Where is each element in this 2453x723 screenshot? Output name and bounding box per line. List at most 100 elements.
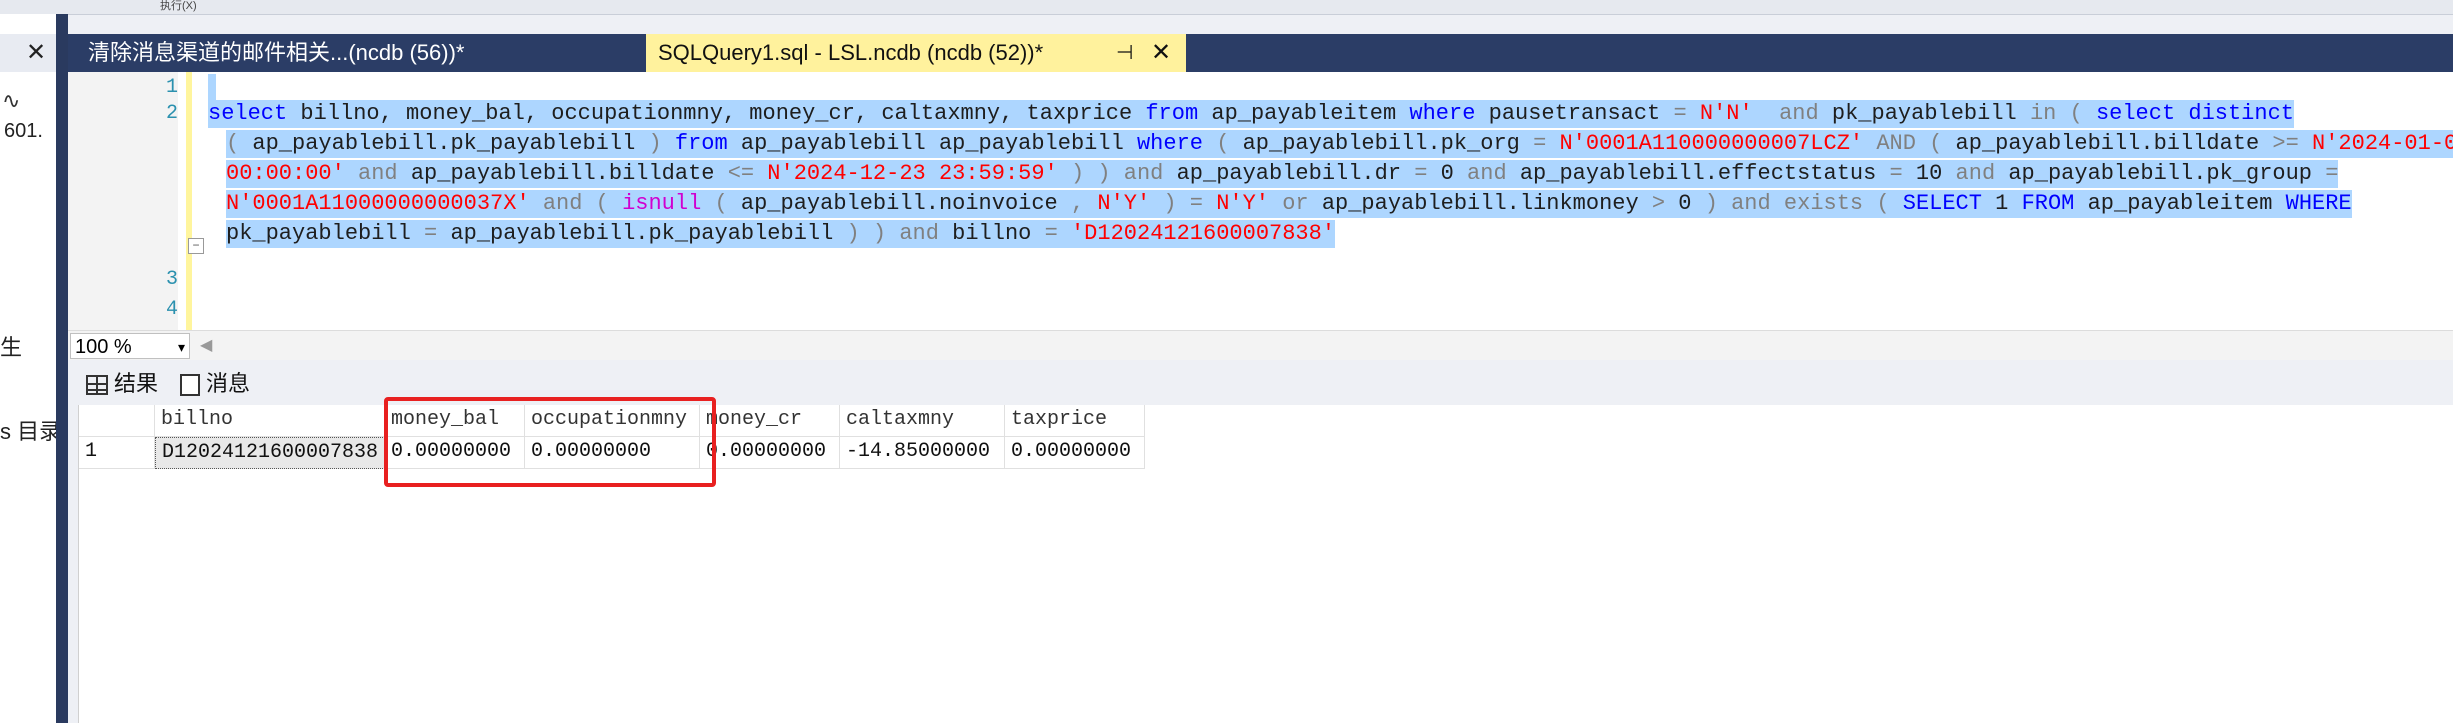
- table-cell[interactable]: D12024121600007838: [155, 437, 385, 469]
- code-token: and: [1467, 161, 1507, 186]
- code-token: ap_payablebill.noinvoice: [740, 191, 1071, 216]
- code-token: ap_payablebill.pk_payablebill: [252, 131, 649, 156]
- code-token: select distinct: [2095, 101, 2294, 126]
- row-header-corner: [79, 405, 155, 437]
- code-token: and: [1955, 161, 1996, 186]
- tab-results[interactable]: 结果: [86, 366, 158, 398]
- code-token: in: [2029, 101, 2057, 126]
- code-token: =: [1044, 221, 1058, 246]
- code-line-2: select billno, money_bal, occupationmny,…: [208, 100, 2294, 128]
- code-token: ap_payablebill.pk_org: [1242, 131, 1534, 156]
- line-number: 3: [165, 268, 178, 291]
- left-splitter[interactable]: [56, 14, 68, 723]
- code-token: pk_payablebill: [1818, 101, 2030, 126]
- tab-messages-label: 消息: [206, 371, 251, 396]
- code-token: >=: [2272, 131, 2299, 156]
- code-token: =: [1673, 101, 1687, 126]
- code-token: ,: [1070, 191, 1085, 216]
- code-token: pk_payablebill: [226, 221, 425, 246]
- column-header[interactable]: money_cr: [700, 405, 840, 437]
- code-token: (: [701, 191, 741, 216]
- execute-button[interactable]: 执行(X): [160, 0, 197, 12]
- line-number: 2: [165, 102, 178, 125]
- grid-icon: [86, 375, 108, 396]
- code-token: AND: [1876, 131, 1916, 156]
- code-token: and: [529, 191, 583, 216]
- code-token: from: [1145, 101, 1199, 126]
- code-token: billno: [938, 221, 1045, 246]
- code-token: N'2024-01-01: [2312, 131, 2453, 156]
- table-cell[interactable]: 0.00000000: [1005, 437, 1145, 469]
- code-token: N'Y': [1084, 191, 1151, 216]
- close-icon[interactable]: ✕: [1151, 34, 1171, 72]
- code-token: from: [674, 131, 728, 156]
- collapse-icon[interactable]: −: [188, 238, 204, 254]
- code-token: SELECT: [1902, 191, 1982, 216]
- toolbar: 执行(X): [0, 0, 2453, 15]
- zoom-value: 100 %: [75, 336, 132, 358]
- code-line-2-wrap-4: pk_payablebill = ap_payablebill.pk_payab…: [226, 220, 1336, 248]
- left-panel-text-2: 生: [0, 335, 23, 360]
- code-line-2-wrap-1: ( ap_payablebill.pk_payablebill ) from a…: [226, 130, 2453, 158]
- code-token: and: [1752, 101, 1819, 126]
- code-token: =: [2325, 161, 2339, 186]
- code-token: billno, money_bal, occupationmny, money_…: [287, 101, 1146, 126]
- code-token: >: [1651, 191, 1666, 216]
- column-header[interactable]: billno: [155, 405, 385, 437]
- code-token: <=: [727, 161, 755, 186]
- code-token: N'Y': [1203, 191, 1270, 216]
- code-token: =: [1889, 161, 1903, 186]
- code-token: =: [424, 221, 438, 246]
- code-token: ap_payableitem: [1198, 101, 1410, 126]
- code-token: (: [582, 191, 623, 216]
- code-token: exists: [1770, 191, 1864, 216]
- tab-results-label: 结果: [114, 371, 159, 396]
- table-cell[interactable]: 0.00000000: [700, 437, 840, 469]
- code-token: pausetransact: [1475, 101, 1674, 126]
- line-number-gutter: 1 2 3 4: [68, 72, 178, 330]
- code-token: ap_payableitem: [2074, 191, 2286, 216]
- tab-messages[interactable]: 消息: [180, 366, 250, 398]
- activity-icon: ∿: [2, 88, 21, 113]
- message-icon: [180, 374, 200, 397]
- code-token: ) ): [1057, 161, 1124, 186]
- row-number[interactable]: 1: [79, 437, 155, 469]
- code-token: N'0001A110000000007LCZ': [1546, 131, 1877, 156]
- zoom-select[interactable]: 100 % ▾: [70, 333, 190, 359]
- code-token: where: [1136, 131, 1203, 156]
- code-token: ap_payablebill.billdate: [397, 161, 728, 186]
- code-token: (: [1863, 191, 1903, 216]
- code-token: ): [1704, 191, 1732, 216]
- line-number: 4: [165, 298, 178, 321]
- tab-cleanup-query[interactable]: 清除消息渠道的邮件相关...(ncdb (56))*: [76, 34, 588, 72]
- code-token: (: [226, 131, 253, 156]
- code-token: and: [1731, 191, 1771, 216]
- table-cell[interactable]: -14.85000000: [840, 437, 1005, 469]
- code-token: 00:00:00': [226, 161, 345, 186]
- code-token: 10: [1902, 161, 1956, 186]
- code-token: ap_payablebill.pk_group: [1995, 161, 2326, 186]
- code-token: ap_payablebill.dr: [1163, 161, 1415, 186]
- tab-sqlquery1[interactable]: SQLQuery1.sql - LSL.ncdb (ncdb (52))* ⊣ …: [646, 34, 1186, 72]
- code-token: ) ): [846, 221, 900, 246]
- column-header[interactable]: caltaxmny: [840, 405, 1005, 437]
- code-token: and: [344, 161, 398, 186]
- highlight-annotation-box: [384, 397, 716, 487]
- scroll-left-icon[interactable]: ◀: [200, 335, 212, 355]
- column-header[interactable]: taxprice: [1005, 405, 1145, 437]
- code-token: 0: [1665, 191, 1705, 216]
- code-token: and: [1123, 161, 1164, 186]
- code-token: N'N': [1686, 101, 1753, 126]
- document-tab-bar: 清除消息渠道的邮件相关...(ncdb (56))* SQLQuery1.sql…: [68, 34, 2453, 72]
- pin-icon[interactable]: ⊣: [1116, 34, 1133, 72]
- close-icon[interactable]: ✕: [26, 38, 46, 67]
- code-token: ): [648, 131, 675, 156]
- sql-editor[interactable]: 1 2 3 4 − select billno, money_bal, occu…: [68, 72, 2453, 330]
- code-line-2-wrap-3: N'0001A11000000000037X' and ( isnull ( a…: [226, 190, 2352, 218]
- code-token: ap_payablebill ap_payablebill: [727, 131, 1137, 156]
- code-token: ap_payablebill.pk_payablebill: [437, 221, 847, 246]
- code-token: ap_payablebill.billdate: [1955, 131, 2273, 156]
- chevron-down-icon[interactable]: ▾: [178, 334, 185, 360]
- code-token: FROM: [2021, 191, 2075, 216]
- change-margin: [186, 72, 192, 330]
